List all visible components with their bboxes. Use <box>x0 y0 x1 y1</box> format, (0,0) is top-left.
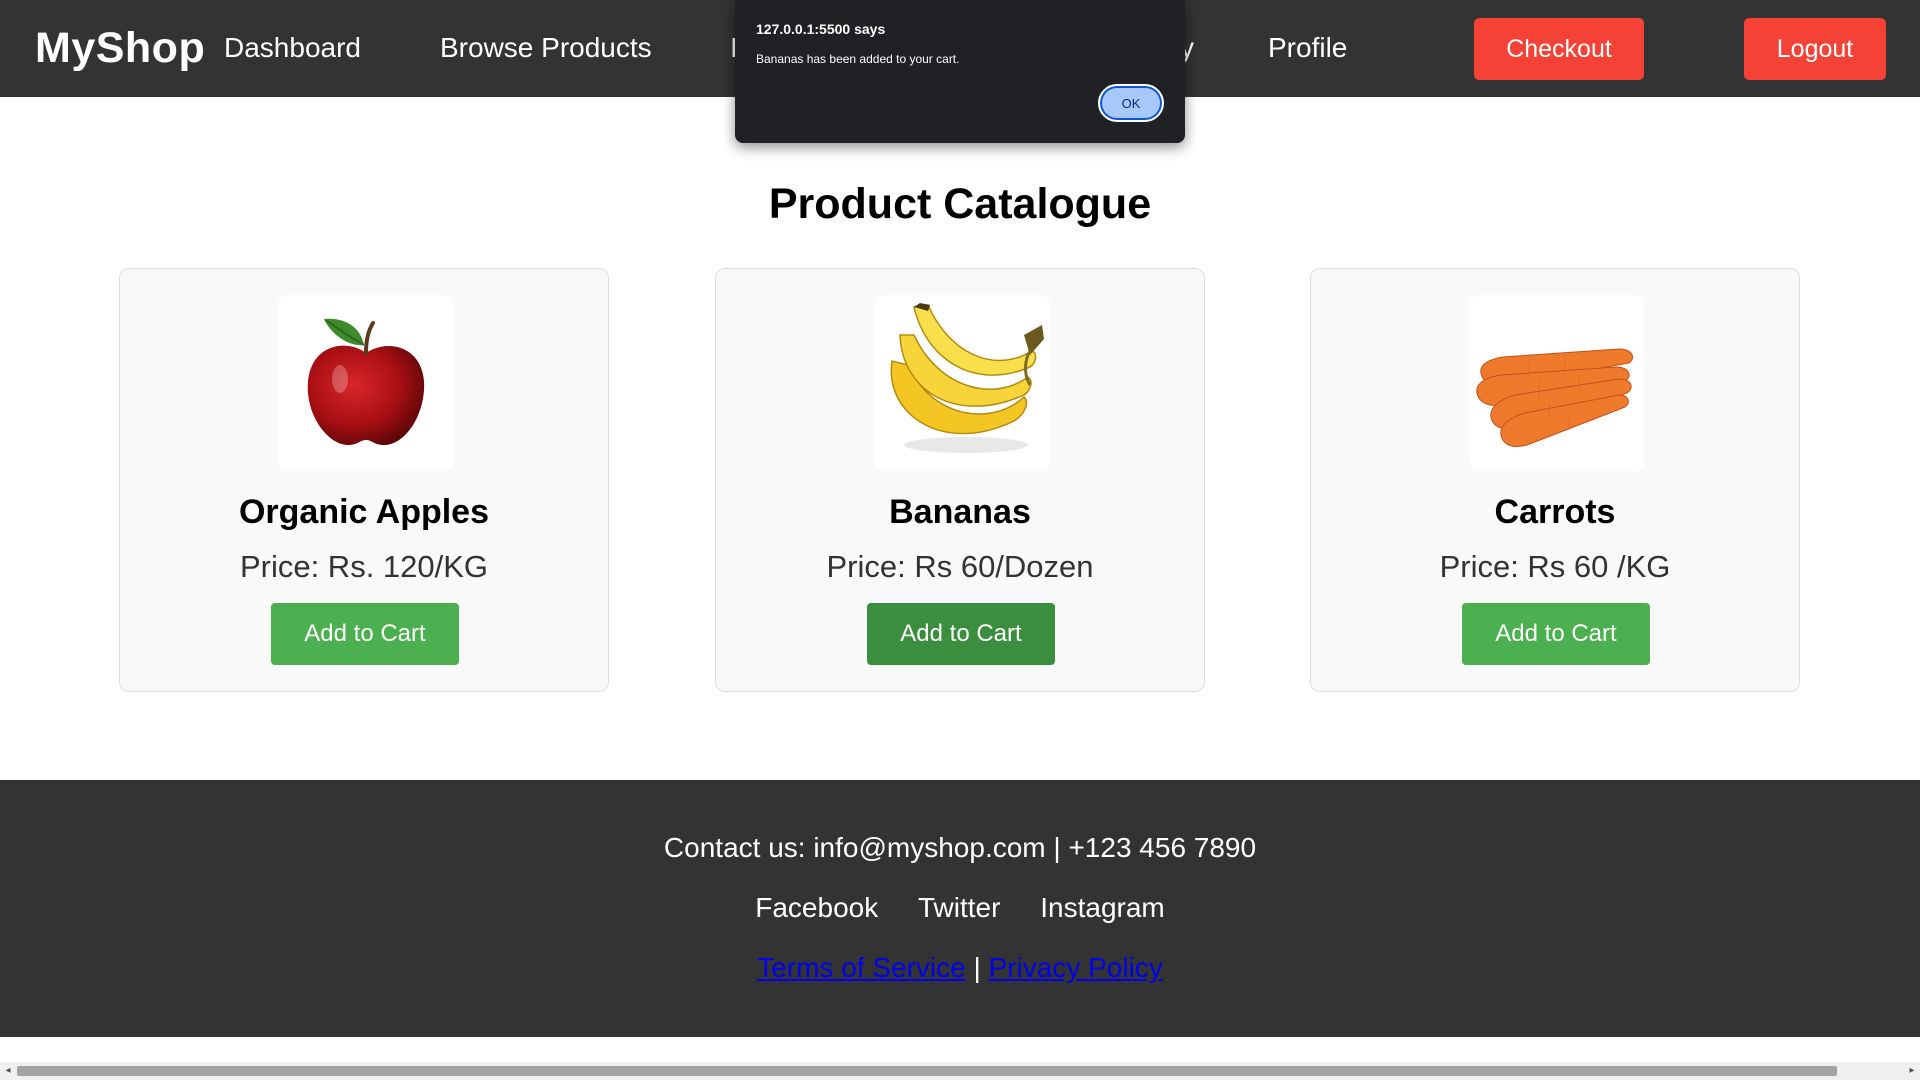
banana-image <box>874 295 1050 471</box>
alert-dialog: 127.0.0.1:5500 says Bananas has been add… <box>735 0 1185 143</box>
product-name: Bananas <box>889 493 1031 531</box>
add-to-cart-carrots-button[interactable]: Add to Cart <box>1462 603 1650 665</box>
apple-image <box>278 295 454 471</box>
product-card-carrots: Carrots Price: Rs 60 /KG Add to Cart <box>1310 268 1800 692</box>
product-name: Organic Apples <box>238 493 490 531</box>
terms-of-service-link[interactable]: Terms of Service <box>757 952 966 983</box>
carrot-icon <box>1476 348 1634 448</box>
banana-icon <box>890 303 1044 453</box>
nav-browse-products[interactable]: Browse Products <box>440 32 652 64</box>
nav-dashboard[interactable]: Dashboard <box>224 32 361 64</box>
page-title: Product Catalogue <box>768 180 1152 228</box>
legal-separator: | <box>973 952 981 983</box>
dialog-ok-button[interactable]: OK <box>1098 84 1164 122</box>
footer-legal-links: Terms of Service | Privacy Policy <box>0 952 1920 984</box>
product-price: Price: Rs. 120/KG <box>239 549 489 584</box>
twitter-link[interactable]: Twitter <box>918 892 1000 923</box>
privacy-policy-link[interactable]: Privacy Policy <box>989 952 1163 983</box>
facebook-link[interactable]: Facebook <box>755 892 878 923</box>
dialog-title: 127.0.0.1:5500 says <box>756 21 886 37</box>
product-price: Price: Rs 60/Dozen <box>826 549 1094 584</box>
checkout-button[interactable]: Checkout <box>1474 18 1644 80</box>
add-to-cart-bananas-button[interactable]: Add to Cart <box>867 603 1055 665</box>
product-card-apples: Organic Apples Price: Rs. 120/KG Add to … <box>119 268 609 692</box>
logout-button[interactable]: Logout <box>1744 18 1886 80</box>
footer-social-links: Facebook Twitter Instagram <box>0 892 1920 924</box>
instagram-link[interactable]: Instagram <box>1040 892 1165 923</box>
carrot-image <box>1469 295 1645 471</box>
dialog-message: Bananas has been added to your cart. <box>756 52 960 66</box>
brand-logo[interactable]: MyShop <box>35 24 205 73</box>
nav-profile[interactable]: Profile <box>1268 32 1347 64</box>
scrollbar-thumb[interactable] <box>17 1066 1837 1076</box>
add-to-cart-apples-button[interactable]: Add to Cart <box>271 603 459 665</box>
scroll-left-arrow-icon[interactable]: ◂ <box>0 1062 16 1080</box>
footer: Contact us: info@myshop.com | +123 456 7… <box>0 780 1920 1037</box>
footer-contact: Contact us: info@myshop.com | +123 456 7… <box>663 832 1257 863</box>
product-price: Price: Rs 60 /KG <box>1439 549 1671 584</box>
product-name: Carrots <box>1494 493 1616 531</box>
scroll-right-arrow-icon[interactable]: ▸ <box>1904 1062 1920 1080</box>
apple-icon <box>307 318 425 445</box>
product-card-bananas: Bananas Price: Rs 60/Dozen Add to Cart <box>715 268 1205 692</box>
horizontal-scrollbar[interactable]: ◂ ▸ <box>0 1062 1920 1080</box>
